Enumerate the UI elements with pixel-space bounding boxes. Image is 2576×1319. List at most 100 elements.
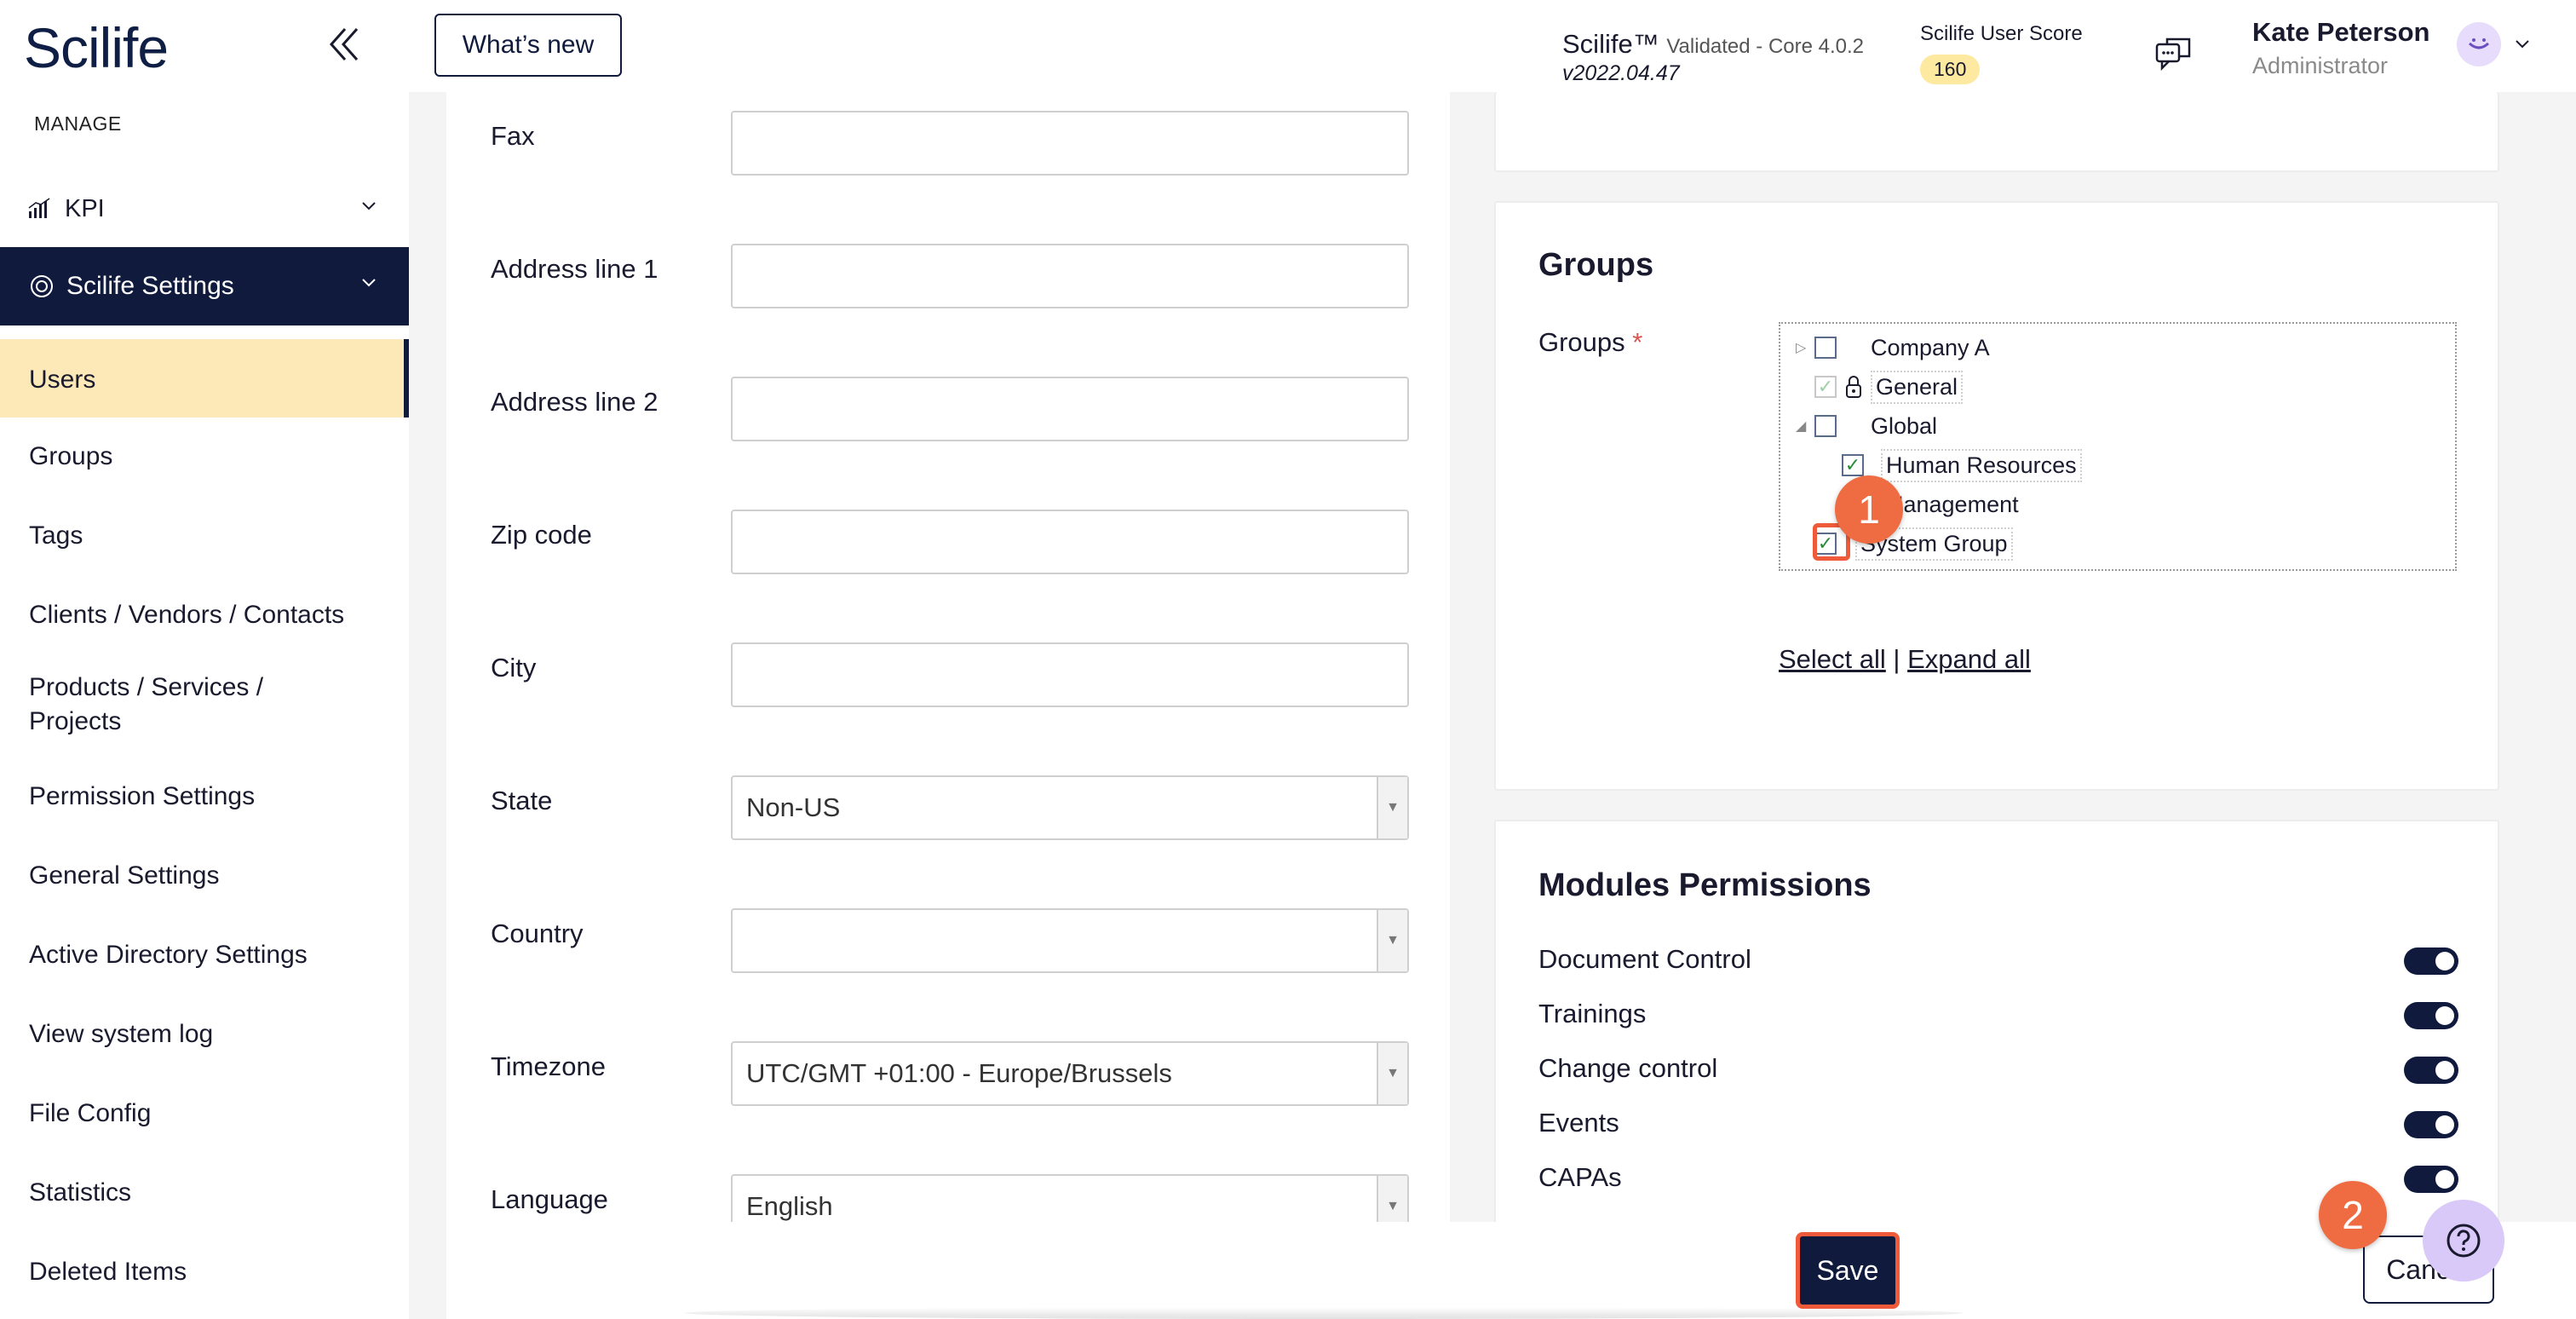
collapse-triangle-icon[interactable]: ◢ <box>1796 418 1814 435</box>
sidebar-item-groups[interactable]: Groups <box>0 418 409 497</box>
form-row-address2: Address line 2 <box>446 368 1450 441</box>
timezone-selected-value: UTC/GMT +01:00 - Europe/Brussels <box>746 1058 1172 1088</box>
timezone-label: Timezone <box>491 1051 606 1081</box>
checkbox-general: ✓ <box>1814 376 1837 398</box>
fax-input[interactable] <box>731 111 1409 176</box>
sidebar-item-permission-settings[interactable]: Permission Settings <box>0 757 409 837</box>
chat-feedback-button[interactable] <box>2155 37 2191 76</box>
permission-row-change-control: Change control <box>1538 1045 2458 1092</box>
sidebar-item-statistics[interactable]: Statistics <box>0 1154 409 1233</box>
address-line-2-input[interactable] <box>731 377 1409 441</box>
permission-row-events: Events <box>1538 1099 2458 1147</box>
chevron-down-icon <box>362 279 376 287</box>
user-role: Administrator <box>2252 53 2389 78</box>
user-details-form: Fax Address line 1 Address line 2 Zip co… <box>446 92 1450 1222</box>
tree-node-label: Company A <box>1871 334 1990 360</box>
toggle-trainings[interactable] <box>2404 1002 2458 1029</box>
tree-node-label: General <box>1871 370 1964 404</box>
user-score-badge: 160 <box>1920 55 1981 84</box>
collapse-sidebar-button[interactable] <box>322 20 365 68</box>
toggle-capas[interactable] <box>2404 1166 2458 1193</box>
sidebar-item-active-directory-settings[interactable]: Active Directory Settings <box>0 916 409 995</box>
manage-section-label: MANAGE <box>34 112 122 135</box>
toggle-events[interactable] <box>2404 1111 2458 1138</box>
scilife-logo[interactable]: Scilife <box>24 15 169 80</box>
sidebar-item-deleted-items[interactable]: Deleted Items <box>0 1233 409 1312</box>
bar-chart-icon <box>28 198 50 218</box>
country-label: Country <box>491 919 584 948</box>
timezone-select[interactable]: UTC/GMT +01:00 - Europe/Brussels ▼ <box>731 1041 1409 1106</box>
user-name: Kate Peterson <box>2252 17 2430 47</box>
settings-nav-list: Users Groups Tags Clients / Vendors / Co… <box>0 339 409 1312</box>
sidebar-item-general-settings[interactable]: General Settings <box>0 837 409 916</box>
help-button[interactable] <box>2423 1200 2504 1282</box>
checkbox-company-a[interactable] <box>1814 337 1837 359</box>
address-line-1-input[interactable] <box>731 244 1409 308</box>
address-line-2-label: Address line 2 <box>491 387 658 417</box>
sidebar-item-products-services-projects[interactable]: Products / Services / Projects <box>0 655 358 757</box>
chevron-down-icon <box>362 202 376 210</box>
expand-all-link[interactable]: Expand all <box>1907 644 2031 674</box>
form-row-fax: Fax <box>446 102 1450 176</box>
sidebar: Scilife MANAGE KPI Scilife Settings User… <box>0 0 409 1319</box>
chevron-down-icon[interactable] <box>2513 34 2532 53</box>
lock-icon <box>1846 376 1861 398</box>
sidebar-item-users[interactable]: Users <box>0 339 409 418</box>
dropdown-arrow-icon[interactable]: ▼ <box>1377 910 1407 971</box>
language-selected-value: English <box>746 1191 833 1221</box>
permission-row-document-control: Document Control <box>1538 936 2458 983</box>
expand-triangle-icon[interactable]: ▷ <box>1796 339 1814 356</box>
product-name: Scilife™ <box>1562 29 1659 59</box>
required-mark: * <box>1632 327 1643 357</box>
language-label: Language <box>491 1184 608 1214</box>
dropdown-arrow-icon[interactable]: ▼ <box>1377 1043 1407 1104</box>
avatar-face-icon <box>2468 38 2490 49</box>
state-selected-value: Non-US <box>746 792 841 822</box>
state-select[interactable]: Non-US ▼ <box>731 775 1409 840</box>
sidebar-item-clients-vendors-contacts[interactable]: Clients / Vendors / Contacts <box>0 576 409 655</box>
zip-code-label: Zip code <box>491 520 592 550</box>
form-row-address1: Address line 1 <box>446 235 1450 308</box>
country-select[interactable]: ▼ <box>731 908 1409 973</box>
tree-node-general[interactable]: ✓ General <box>1814 370 1964 404</box>
language-select[interactable]: English ▼ <box>731 1174 1409 1222</box>
double-chevron-left-icon <box>329 28 359 60</box>
whats-new-button[interactable]: What’s new <box>434 14 622 77</box>
dropdown-arrow-icon[interactable]: ▼ <box>1377 777 1407 838</box>
dropdown-arrow-icon[interactable]: ▼ <box>1377 1176 1407 1222</box>
version-info: Scilife™ Validated - Core 4.0.2 v2022.04… <box>1562 29 1864 86</box>
sidebar-item-tags[interactable]: Tags <box>0 497 409 576</box>
state-label: State <box>491 786 553 815</box>
tree-node-global[interactable]: ◢ Global <box>1796 409 1941 443</box>
form-row-language: Language English ▼ <box>446 1166 1450 1222</box>
groups-field-label: Groups * <box>1538 327 1643 357</box>
address-line-1-label: Address line 1 <box>491 254 658 284</box>
tree-node-company-a[interactable]: ▷ Company A <box>1796 331 1993 365</box>
sidebar-item-scilife-settings[interactable]: Scilife Settings <box>0 247 409 325</box>
validated-label: Validated - Core 4.0.2 <box>1666 35 1865 58</box>
form-row-city: City <box>446 634 1450 707</box>
form-row-state: State Non-US ▼ <box>446 767 1450 840</box>
user-score[interactable]: Scilife User Score 160 <box>1920 22 2083 84</box>
form-row-zip: Zip code <box>446 501 1450 574</box>
toggle-change-control[interactable] <box>2404 1057 2458 1084</box>
city-input[interactable] <box>731 642 1409 707</box>
user-score-label: Scilife User Score <box>1920 22 2083 45</box>
checkbox-human-resources[interactable]: ✓ <box>1842 454 1864 476</box>
tree-node-label: Global <box>1871 412 1938 439</box>
avatar[interactable] <box>2457 22 2501 66</box>
select-all-link[interactable]: Select all <box>1779 644 1886 674</box>
zip-code-input[interactable] <box>731 510 1409 574</box>
sidebar-item-view-system-log[interactable]: View system log <box>0 995 409 1074</box>
previous-card <box>1494 92 2499 172</box>
user-menu[interactable]: Kate Peterson Administrator <box>2252 17 2429 79</box>
permission-label: Document Control <box>1538 944 1751 974</box>
checkbox-global[interactable] <box>1814 415 1837 437</box>
permission-label: CAPAs <box>1538 1162 1622 1192</box>
chat-bubbles-icon <box>2155 37 2191 72</box>
toggle-document-control[interactable] <box>2404 947 2458 975</box>
save-button[interactable]: Save <box>1796 1232 1900 1309</box>
sidebar-item-kpi[interactable]: KPI <box>0 181 409 237</box>
link-separator: | <box>1893 644 1900 674</box>
sidebar-item-file-config[interactable]: File Config <box>0 1074 409 1154</box>
